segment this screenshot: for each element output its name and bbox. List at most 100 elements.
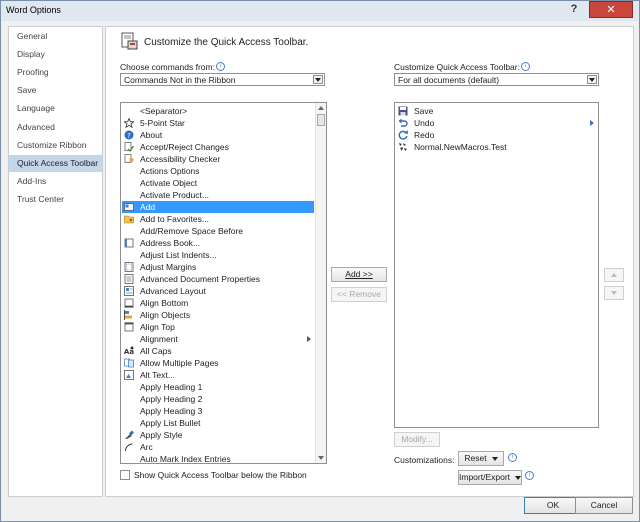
command-item[interactable]: Accessibility Checker [122, 153, 314, 165]
command-item[interactable]: Address Book... [122, 237, 314, 249]
show-below-ribbon-label: Show Quick Access Toolbar below the Ribb… [134, 470, 307, 480]
command-item[interactable]: Apply Heading 2 [122, 393, 314, 405]
help-button[interactable]: ? [561, 1, 587, 18]
star-icon [124, 118, 134, 128]
info-icon: i [525, 471, 534, 480]
show-below-ribbon-checkbox[interactable] [120, 470, 130, 480]
caps-icon: Aa [124, 346, 134, 356]
command-item[interactable]: Alt Text... [122, 369, 314, 381]
command-item[interactable]: <Separator> [122, 105, 314, 117]
arrow-up-icon [611, 273, 617, 277]
window-title: Word Options [6, 5, 61, 15]
qat-item[interactable]: Redo [396, 129, 597, 141]
qat-item[interactable]: Normal.NewMacros.Test [396, 141, 597, 153]
command-item[interactable]: Apply Heading 1 [122, 381, 314, 393]
nav-item-general[interactable]: General [9, 28, 102, 45]
command-item[interactable]: Activate Product... [122, 189, 314, 201]
customize-qat-text: Customize Quick Access Toolbar: [394, 62, 520, 72]
nav-item-language[interactable]: Language [9, 100, 102, 117]
remove-button[interactable]: << Remove [331, 287, 387, 302]
command-item[interactable]: Adjust List Indents... [122, 249, 314, 261]
command-item[interactable]: Add/Remove Space Before [122, 225, 314, 237]
command-item[interactable]: Accept/Reject Changes [122, 141, 314, 153]
info-icon: i [215, 62, 225, 71]
scroll-up-icon[interactable] [318, 106, 324, 110]
command-item-label: Align Bottom [140, 298, 189, 308]
command-item[interactable]: Align Objects [122, 309, 314, 321]
command-item[interactable]: Actions Options [122, 165, 314, 177]
align-top-icon [124, 322, 134, 332]
word-options-dialog: Word Options ? ✕ General Display Proofing S… [0, 0, 640, 522]
scroll-down-icon[interactable] [318, 456, 324, 460]
command-item-label: Adjust Margins [140, 262, 197, 272]
qat-item[interactable]: Undo [396, 117, 597, 129]
align-bottom-icon [124, 298, 134, 308]
qat-item[interactable]: Save [396, 105, 597, 117]
command-item[interactable]: Activate Object [122, 177, 314, 189]
command-item[interactable]: Align Top [122, 321, 314, 333]
command-item[interactable]: Auto Mark Index Entries [122, 453, 314, 463]
qat-item-label: Save [414, 106, 434, 116]
align-objects-icon [124, 310, 132, 320]
command-item-label: 5-Point Star [140, 118, 185, 128]
command-item[interactable]: Advanced Document Properties [122, 273, 314, 285]
command-item[interactable]: Align Bottom [122, 297, 314, 309]
command-item-label: Activate Product... [140, 190, 209, 200]
nav-item-save[interactable]: Save [9, 82, 102, 99]
scroll-thumb[interactable] [317, 114, 325, 126]
command-item-label: All Caps [140, 346, 172, 356]
nav-item-add-ins[interactable]: Add-Ins [9, 173, 102, 190]
command-item[interactable]: Arc [122, 441, 314, 453]
command-item[interactable]: Apply List Bullet [122, 417, 314, 429]
command-item[interactable]: Adjust Margins [122, 261, 314, 273]
command-item[interactable]: 5-Point Star [122, 117, 314, 129]
command-item[interactable]: Add to Favorites... [122, 213, 314, 225]
svg-text:?: ? [127, 132, 131, 140]
choose-commands-value: Commands Not in the Ribbon [124, 75, 236, 85]
nav-item-advanced[interactable]: Advanced [9, 119, 102, 136]
command-item-label: Apply Heading 3 [140, 406, 203, 416]
nav-item-trust-center[interactable]: Trust Center [9, 191, 102, 208]
import-export-button[interactable]: Import/Export [458, 470, 522, 485]
qat-items-list[interactable]: Save Undo Redo Normal.NewMacros.Test [394, 102, 599, 428]
title-bar: Word Options ? ✕ [1, 1, 639, 21]
chevron-down-icon[interactable] [313, 75, 323, 84]
move-up-button[interactable] [604, 268, 624, 282]
commands-scrollbar[interactable] [315, 103, 326, 463]
chevron-down-icon[interactable] [587, 75, 597, 84]
command-item-label: Apply Heading 2 [140, 394, 203, 404]
nav-item-proofing[interactable]: Proofing [9, 64, 102, 81]
page-icon [124, 262, 134, 272]
command-item[interactable]: Apply Heading 3 [122, 405, 314, 417]
command-item[interactable]: Allow Multiple Pages [122, 357, 314, 369]
close-button[interactable]: ✕ [589, 1, 633, 18]
choose-commands-combo[interactable]: Commands Not in the Ribbon [120, 73, 325, 86]
qat-item-label: Undo [414, 118, 435, 128]
ok-button[interactable]: OK [524, 497, 582, 514]
command-item-label: Actions Options [140, 166, 200, 176]
command-item[interactable]: ? About [122, 129, 314, 141]
add-button[interactable]: Add >> [331, 267, 387, 282]
command-item[interactable]: Add [122, 201, 314, 213]
help-icon: ? [124, 130, 134, 140]
command-item[interactable]: Aa All Caps [122, 345, 314, 357]
nav-item-quick-access-toolbar[interactable]: Quick Access Toolbar [9, 154, 102, 172]
command-item-label: Arc [140, 442, 153, 452]
nav-item-customize-ribbon[interactable]: Customize Ribbon [9, 137, 102, 154]
chevron-down-icon [515, 475, 522, 480]
customize-qat-combo[interactable]: For all documents (default) [394, 73, 599, 86]
command-item[interactable]: Alignment [122, 333, 314, 345]
arc-icon [125, 443, 133, 452]
nav-item-display[interactable]: Display [9, 46, 102, 63]
command-item[interactable]: Apply Style [122, 429, 314, 441]
modify-button[interactable]: Modify... [394, 432, 440, 447]
command-item[interactable]: Advanced Layout [122, 285, 314, 297]
card-icon [124, 203, 134, 211]
reset-button[interactable]: Reset [458, 451, 504, 466]
commands-list[interactable]: <Separator> 5-Point Star? About Accept/Reje… [120, 102, 327, 464]
save-icon [398, 106, 408, 116]
macro-icon [399, 143, 407, 151]
move-down-button[interactable] [604, 286, 624, 300]
command-item-label: <Separator> [140, 106, 188, 116]
cancel-button[interactable]: Cancel [575, 497, 633, 514]
